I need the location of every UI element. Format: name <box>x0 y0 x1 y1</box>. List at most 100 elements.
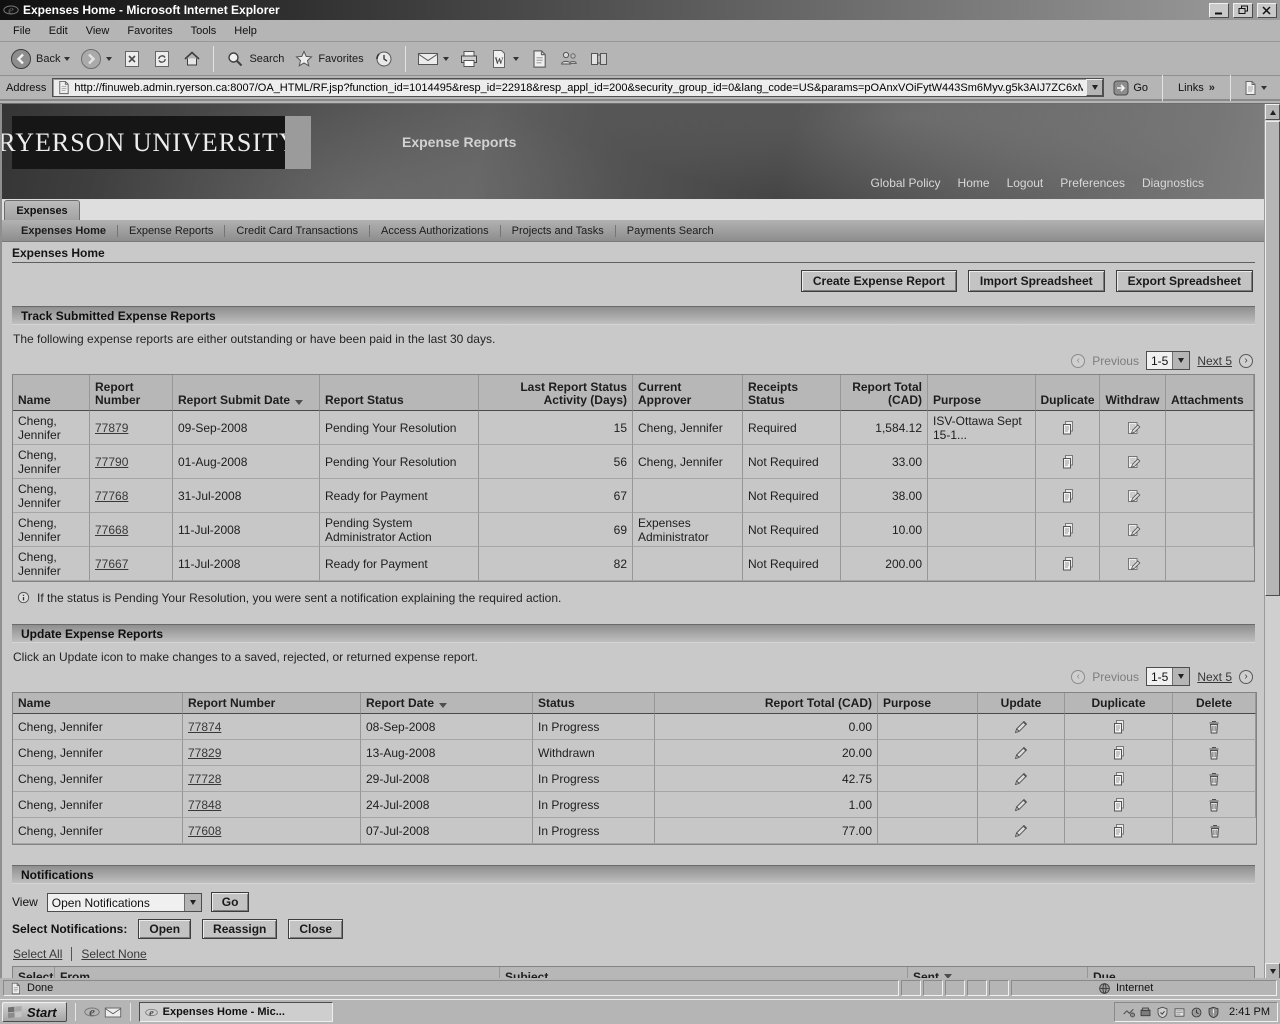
next-page-icon[interactable] <box>1239 354 1253 368</box>
favorites-button[interactable]: Favorites <box>290 47 367 71</box>
col-report-status[interactable]: Report Status <box>320 375 479 411</box>
minimize-button[interactable] <box>1209 3 1229 18</box>
delete-trash-icon[interactable] <box>1206 771 1222 787</box>
tray-icon-6[interactable] <box>1207 1006 1220 1019</box>
col-report-date[interactable]: Report Date <box>361 693 533 714</box>
menu-favorites[interactable]: Favorites <box>118 21 181 41</box>
withdraw-icon[interactable] <box>1125 420 1141 436</box>
preferences-link[interactable]: Preferences <box>1060 176 1125 190</box>
mail-button[interactable] <box>413 49 453 69</box>
scroll-down-button[interactable] <box>1265 963 1280 979</box>
menu-file[interactable]: File <box>4 21 40 41</box>
report-number-link[interactable]: 77608 <box>188 824 221 838</box>
import-spreadsheet-button[interactable]: Import Spreadsheet <box>968 270 1105 292</box>
delete-trash-icon[interactable] <box>1206 797 1222 813</box>
next-page-link[interactable]: Next 5 <box>1197 670 1232 684</box>
report-number-link[interactable]: 77667 <box>95 557 128 571</box>
col-name[interactable]: Name <box>13 693 183 714</box>
col-report-number[interactable]: Report Number <box>183 693 361 714</box>
tray-icon-1[interactable] <box>1122 1006 1135 1019</box>
page-options-button[interactable] <box>1242 80 1267 96</box>
report-number-link[interactable]: 77728 <box>188 772 221 786</box>
global-policy-link[interactable]: Global Policy <box>871 176 941 190</box>
forward-button[interactable] <box>76 46 116 72</box>
duplicate-icon[interactable] <box>1060 454 1076 470</box>
quicklaunch-ie-icon[interactable] <box>84 1004 100 1020</box>
messenger-button[interactable] <box>555 47 583 71</box>
menu-edit[interactable]: Edit <box>40 21 77 41</box>
search-button[interactable]: Search <box>221 47 288 71</box>
export-spreadsheet-button[interactable]: Export Spreadsheet <box>1116 270 1253 292</box>
stop-button[interactable] <box>118 47 146 71</box>
nav-payments-search[interactable]: Payments Search <box>615 225 725 237</box>
col-receipts-status[interactable]: Receipts Status <box>743 375 841 411</box>
notifications-go-button[interactable]: Go <box>211 892 250 912</box>
restore-button[interactable] <box>1233 3 1253 18</box>
nav-expenses-home[interactable]: Expenses Home <box>10 225 117 237</box>
edit-with-word-button[interactable]: W <box>485 47 523 71</box>
duplicate-icon[interactable] <box>1111 771 1127 787</box>
col-report-submit-date[interactable]: Report Submit Date <box>173 375 320 411</box>
refresh-button[interactable] <box>148 47 176 71</box>
tray-icon-2[interactable] <box>1139 1006 1152 1019</box>
withdraw-icon[interactable] <box>1125 556 1141 572</box>
nav-credit-card-transactions[interactable]: Credit Card Transactions <box>224 225 369 237</box>
col-current-approver[interactable]: Current Approver <box>633 375 743 411</box>
view-select[interactable]: Open Notifications <box>47 893 202 912</box>
duplicate-icon[interactable] <box>1111 719 1127 735</box>
report-number-link[interactable]: 77879 <box>95 421 128 435</box>
diagnostics-link[interactable]: Diagnostics <box>1142 176 1204 190</box>
tray-icon-5[interactable] <box>1190 1006 1203 1019</box>
menu-help[interactable]: Help <box>225 21 266 41</box>
delete-trash-icon[interactable] <box>1207 823 1223 839</box>
report-number-link[interactable]: 77874 <box>188 720 221 734</box>
tray-icon-3[interactable] <box>1156 1006 1169 1019</box>
select-all-link[interactable]: Select All <box>13 947 62 961</box>
back-button[interactable]: Back <box>6 46 74 72</box>
duplicate-icon[interactable] <box>1060 522 1076 538</box>
menu-tools[interactable]: Tools <box>182 21 226 41</box>
report-number-link[interactable]: 77668 <box>95 523 128 537</box>
next-page-link[interactable]: Next 5 <box>1197 354 1232 368</box>
start-button[interactable]: Start <box>2 1002 67 1022</box>
discuss-button[interactable] <box>525 47 553 71</box>
col-activity-days[interactable]: Last Report Status Activity (Days) <box>479 375 633 411</box>
duplicate-icon[interactable] <box>1060 556 1076 572</box>
create-expense-report-button[interactable]: Create Expense Report <box>801 270 957 292</box>
close-button[interactable] <box>1257 3 1277 18</box>
duplicate-icon[interactable] <box>1060 488 1076 504</box>
scrollbar-thumb[interactable] <box>1265 121 1280 596</box>
report-number-link[interactable]: 77790 <box>95 455 128 469</box>
home-button[interactable] <box>178 47 206 71</box>
links-menu[interactable]: Links <box>1174 82 1219 94</box>
col-purpose[interactable]: Purpose <box>878 693 978 714</box>
col-report-number[interactable]: Report Number <box>90 375 173 411</box>
vertical-scrollbar[interactable] <box>1264 104 1280 979</box>
col-name[interactable]: Name <box>13 375 90 411</box>
quicklaunch-mail-icon[interactable] <box>104 1006 122 1019</box>
duplicate-icon[interactable] <box>1111 745 1127 761</box>
update-pencil-icon[interactable] <box>1013 745 1029 761</box>
delete-trash-icon[interactable] <box>1206 719 1222 735</box>
go-button[interactable]: Go <box>1110 79 1151 97</box>
update-pencil-icon[interactable] <box>1013 719 1029 735</box>
address-dropdown-button[interactable] <box>1086 79 1103 96</box>
withdraw-icon[interactable] <box>1125 454 1141 470</box>
tray-icon-4[interactable] <box>1173 1006 1186 1019</box>
withdraw-icon[interactable] <box>1125 522 1141 538</box>
close-notification-button[interactable]: Close <box>288 919 343 939</box>
logout-link[interactable]: Logout <box>1007 176 1044 190</box>
delete-trash-icon[interactable] <box>1206 745 1222 761</box>
task-button-expenses-home[interactable]: Expenses Home - Mic... <box>139 1002 333 1022</box>
scroll-up-button[interactable] <box>1265 104 1280 120</box>
update-pencil-icon[interactable] <box>1013 797 1029 813</box>
research-button[interactable] <box>585 47 613 71</box>
col-status[interactable]: Status <box>533 693 655 714</box>
window-titlebar[interactable]: Expenses Home - Microsoft Internet Explo… <box>0 0 1280 20</box>
open-notification-button[interactable]: Open <box>138 919 191 939</box>
tab-expenses[interactable]: Expenses <box>4 200 80 220</box>
menu-view[interactable]: View <box>77 21 119 41</box>
col-report-total[interactable]: Report Total (CAD) <box>841 375 928 411</box>
nav-projects-and-tasks[interactable]: Projects and Tasks <box>500 225 615 237</box>
select-none-link[interactable]: Select None <box>71 947 146 961</box>
